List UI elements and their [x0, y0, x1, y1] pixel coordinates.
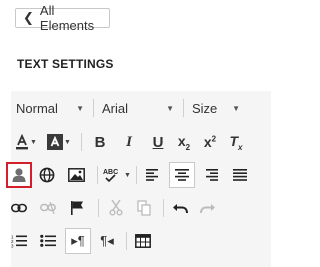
globe-icon: [39, 167, 55, 183]
align-right-icon: [206, 169, 218, 181]
paragraph-format-value: Normal: [16, 100, 58, 116]
caret-down-icon: ▼: [124, 171, 131, 179]
toolbar-separator: [81, 133, 82, 151]
chevron-left-icon: ❮: [23, 10, 34, 25]
redo-icon: [200, 204, 215, 214]
underline-button[interactable]: U: [145, 129, 171, 155]
font-size-value: Size: [192, 100, 218, 116]
paragraph-format-dropdown[interactable]: Normal ▼: [16, 96, 84, 120]
cut-button[interactable]: [103, 195, 129, 221]
toolbar-separator: [93, 99, 94, 117]
toolbar-row-lists: 1 2 3 ▸¶ ¶◂: [11, 226, 156, 256]
spell-check-button[interactable]: ABC ▼: [102, 162, 132, 188]
toolbar-separator: [98, 199, 99, 217]
align-left-button[interactable]: [140, 162, 166, 188]
scissors-icon: [109, 200, 123, 216]
anchor-button[interactable]: [64, 195, 90, 221]
redo-button[interactable]: [195, 195, 221, 221]
flag-icon: [71, 201, 83, 215]
clear-formatting-button[interactable]: Tx: [223, 129, 249, 155]
font-size-dropdown[interactable]: Size ▼: [192, 96, 240, 120]
text-color-button[interactable]: ▼: [13, 129, 39, 155]
caret-down-icon: ▼: [166, 103, 174, 113]
spell-check-icon: ABC: [103, 169, 118, 183]
toolbar-row-links-history: [11, 193, 221, 223]
background-color-button[interactable]: ▼: [45, 129, 73, 155]
subscript-icon: x2: [177, 132, 191, 152]
numbered-list-button[interactable]: 1 2 3: [6, 228, 32, 254]
bold-button[interactable]: B: [87, 129, 113, 155]
subscript-button[interactable]: x2: [171, 129, 197, 155]
section-title: TEXT SETTINGS: [17, 57, 114, 71]
toolbar-row-insert-align: ABC ▼: [6, 160, 253, 190]
align-justify-icon: [233, 169, 247, 181]
font-family-dropdown[interactable]: Arial ▼: [102, 96, 174, 120]
copy-button[interactable]: [131, 195, 157, 221]
numbered-list-icon: 1 2 3: [11, 235, 27, 249]
svg-text:3: 3: [11, 244, 14, 249]
copy-icon: [137, 200, 151, 216]
italic-button[interactable]: I: [116, 129, 142, 155]
superscript-icon: x2: [203, 134, 217, 150]
back-button-label: All Elements: [39, 3, 95, 33]
toolbar-separator: [97, 166, 98, 184]
insert-link-globe-button[interactable]: [34, 162, 60, 188]
unlink-button[interactable]: [35, 195, 61, 221]
caret-down-icon: ▼: [30, 138, 37, 146]
clear-formatting-icon: Tx: [229, 132, 243, 152]
background-color-icon: [47, 134, 64, 150]
underline-icon: U: [152, 133, 164, 151]
align-center-button[interactable]: [169, 162, 195, 188]
ltr-icon: ▸¶: [71, 233, 85, 248]
person-icon: [12, 168, 26, 182]
text-color-icon: [16, 134, 29, 150]
text-direction-ltr-button[interactable]: ▸¶: [65, 228, 91, 254]
align-left-icon: [146, 169, 158, 181]
toolbar-separator: [126, 232, 127, 250]
bulleted-list-button[interactable]: [35, 228, 61, 254]
insert-table-button[interactable]: [130, 228, 156, 254]
superscript-button[interactable]: x2: [197, 129, 223, 155]
align-center-icon: [175, 169, 189, 181]
caret-down-icon: ▼: [64, 138, 71, 146]
undo-button[interactable]: [167, 195, 193, 221]
rtl-icon: ¶◂: [100, 233, 114, 248]
insert-image-button[interactable]: [63, 162, 89, 188]
bold-icon: B: [94, 133, 106, 151]
align-justify-button[interactable]: [227, 162, 253, 188]
svg-text:ABC: ABC: [103, 169, 118, 176]
image-icon: [67, 168, 85, 182]
toolbar-separator: [183, 99, 184, 117]
unlink-icon: [40, 202, 56, 214]
back-to-all-elements-button[interactable]: ❮ All Elements: [15, 3, 110, 33]
caret-down-icon: ▼: [232, 103, 240, 113]
toolbar-separator: [163, 199, 164, 217]
rich-text-toolbar: Normal ▼ Arial ▼ Size ▼ ▼ ▼ B I U x2 x2 …: [6, 91, 271, 267]
font-family-value: Arial: [102, 100, 129, 116]
insert-person-button[interactable]: [6, 162, 32, 188]
italic-icon: I: [126, 133, 132, 150]
toolbar-separator: [136, 166, 137, 184]
caret-down-icon: ▼: [76, 103, 84, 113]
toolbar-row-dropdowns: Normal ▼ Arial ▼ Size ▼: [11, 93, 240, 123]
link-button[interactable]: [6, 195, 32, 221]
toolbar-row-text-style: ▼ ▼ B I U x2 x2 Tx: [11, 127, 249, 157]
undo-icon: [173, 204, 188, 214]
table-icon: [135, 234, 151, 248]
bulleted-list-icon: [40, 234, 56, 247]
link-icon: [11, 203, 27, 213]
align-right-button[interactable]: [198, 162, 224, 188]
text-direction-rtl-button[interactable]: ¶◂: [94, 228, 120, 254]
